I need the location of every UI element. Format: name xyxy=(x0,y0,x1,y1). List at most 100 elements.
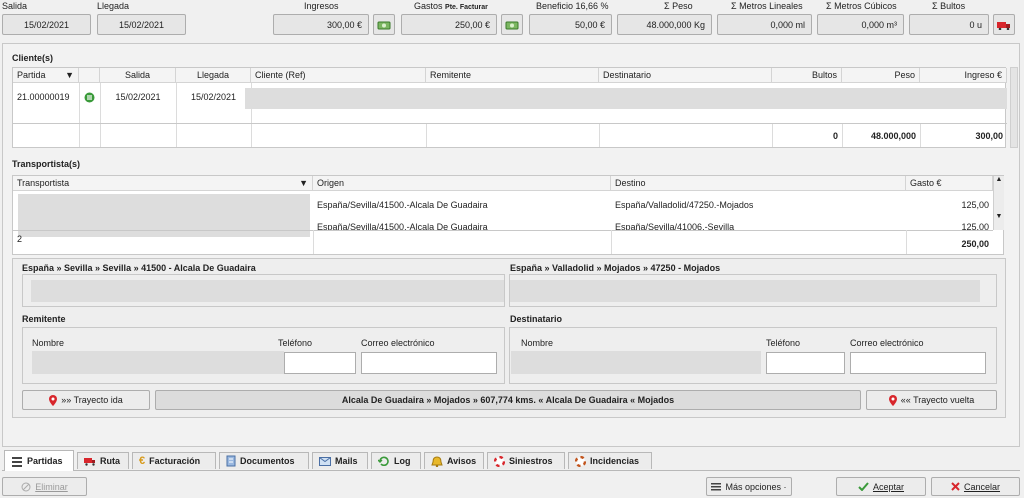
llegada-label: Llegada xyxy=(97,1,130,11)
col-icon[interactable] xyxy=(79,68,100,83)
cancelar-button[interactable]: Cancelar xyxy=(931,477,1020,496)
rem-nombre-label: Nombre xyxy=(32,338,65,348)
col-ingreso[interactable]: Ingreso € xyxy=(920,68,1007,83)
row2-gasto[interactable]: 125,00 xyxy=(906,220,993,230)
beneficio-field: 50,00 € xyxy=(529,14,612,35)
clientes-scrollbar[interactable] xyxy=(1010,67,1018,148)
close-icon xyxy=(951,482,960,491)
col-salida[interactable]: Salida xyxy=(100,68,176,83)
des-nombre-label: Nombre xyxy=(521,338,554,348)
tab-partidas[interactable]: Partidas xyxy=(4,450,74,471)
incident-icon xyxy=(575,455,586,467)
row-llegada[interactable]: 15/02/2021 xyxy=(176,90,251,104)
rem-correo-input[interactable] xyxy=(361,352,497,374)
metros-cubicos-field: 0,000 m³ xyxy=(817,14,904,35)
money-icon-button[interactable] xyxy=(373,14,395,35)
scroll-down-icon[interactable]: ▼ xyxy=(994,213,1004,220)
metros-cubicos-label: Σ Metros Cúbicos xyxy=(826,1,897,11)
truck-icon xyxy=(84,457,95,466)
clientes-title: Cliente(s) xyxy=(12,53,54,63)
row-salida[interactable]: 15/02/2021 xyxy=(100,90,176,104)
aceptar-button[interactable]: Aceptar xyxy=(836,477,926,496)
map-pin-icon xyxy=(49,394,58,406)
flag-icon xyxy=(79,90,100,104)
tab-siniestros[interactable]: Siniestros xyxy=(487,452,565,469)
col-peso[interactable]: Peso xyxy=(842,68,920,83)
destino-title: España » Valladolid » Mojados » 47250 - … xyxy=(510,263,721,273)
total-gasto: 250,00 xyxy=(961,239,989,249)
money-icon xyxy=(505,21,519,29)
tab-documentos[interactable]: Documentos xyxy=(219,452,309,469)
clientes-grid: Partida ▼ Salida Llegada Cliente (Ref) Re… xyxy=(12,67,1007,148)
row2-clip: España/Sevilla/41500.-Alcala De Guadaira… xyxy=(13,218,993,230)
row1-gasto[interactable]: 125,00 xyxy=(906,198,993,212)
salida-field[interactable]: 15/02/2021 xyxy=(2,14,91,35)
llegada-field[interactable]: 15/02/2021 xyxy=(97,14,186,35)
col-llegada[interactable]: Llegada xyxy=(176,68,251,83)
col-destinatario[interactable]: Destinatario xyxy=(599,68,772,83)
row1-destino[interactable]: España/Valladolid/47250.-Mojados xyxy=(611,198,906,212)
rem-telefono-label: Teléfono xyxy=(278,338,313,348)
transportistas-title: Transportista(s) xyxy=(12,159,81,169)
money-icon xyxy=(377,21,391,29)
check-icon xyxy=(858,482,869,491)
col-remitente[interactable]: Remitente xyxy=(426,68,599,83)
des-nombre-redacted xyxy=(511,351,761,374)
trayecto-ida-button[interactable]: »» Trayecto ida xyxy=(22,390,150,410)
des-telefono-input[interactable] xyxy=(766,352,845,374)
origen-box xyxy=(22,274,505,307)
tab-ruta[interactable]: Ruta xyxy=(77,452,129,469)
row2-origen[interactable]: España/Sevilla/41500.-Alcala De Guadaira xyxy=(313,220,611,230)
truck-icon xyxy=(997,21,1010,30)
rem-telefono-input[interactable] xyxy=(284,352,356,374)
ingresos-field: 300,00 € xyxy=(273,14,369,35)
sort-down-icon: ▼ xyxy=(299,178,308,188)
sort-down-icon: ▼ xyxy=(65,70,74,80)
tab-facturacion[interactable]: € Facturación xyxy=(132,452,216,469)
document-icon xyxy=(226,455,236,467)
total-peso: 48.000,000 xyxy=(870,131,916,141)
col-gasto[interactable]: Gasto € xyxy=(906,176,993,191)
money-icon-button-2[interactable] xyxy=(501,14,523,35)
row1-origen[interactable]: España/Sevilla/41500.-Alcala De Guadaira xyxy=(313,198,611,212)
col-partida[interactable]: Partida ▼ xyxy=(13,68,79,83)
ruta-resumen: Alcala De Guadaira » Mojados » 607,774 k… xyxy=(155,390,861,410)
col-cliente[interactable]: Cliente (Ref) xyxy=(251,68,426,83)
log-icon xyxy=(378,456,389,466)
eliminar-button[interactable]: Eliminar xyxy=(2,477,87,496)
mail-icon xyxy=(319,456,331,466)
des-correo-input[interactable] xyxy=(850,352,986,374)
peso-label: Σ Peso xyxy=(664,1,693,11)
gastos-label: Gastos Pte. Facturar xyxy=(414,1,488,11)
col-origen[interactable]: Origen xyxy=(313,176,611,191)
gastos-field: 250,00 € xyxy=(401,14,497,35)
tab-avisos[interactable]: Avisos xyxy=(424,452,484,469)
scroll-up-icon[interactable]: ▲ xyxy=(994,176,1004,183)
col-destino[interactable]: Destino xyxy=(611,176,906,191)
tab-log[interactable]: Log xyxy=(371,452,421,469)
metros-lineales-field: 0,000 ml xyxy=(717,14,812,35)
row2-destino[interactable]: España/Sevilla/41006.-Sevilla xyxy=(611,220,906,230)
transportistas-scrollbar[interactable]: ▲ ▼ xyxy=(993,176,1004,230)
transportistas-grid: Transportista ▼ Origen Destino Gasto € Es… xyxy=(12,175,1004,255)
row-partida[interactable]: 21.00000019 xyxy=(13,90,79,104)
menu-icon xyxy=(711,482,722,490)
trayecto-vuelta-button[interactable]: «« Trayecto vuelta xyxy=(866,390,997,410)
mas-opciones-button[interactable]: Más opciones · xyxy=(706,477,792,496)
metros-lineales-label: Σ Metros Lineales xyxy=(731,1,803,11)
destinatario-title: Destinatario xyxy=(510,314,563,324)
tab-incidencias[interactable]: Incidencias xyxy=(568,452,652,469)
col-bultos[interactable]: Bultos xyxy=(772,68,842,83)
redacted-row xyxy=(245,88,1007,109)
des-correo-label: Correo electrónico xyxy=(850,338,924,348)
total-bultos: 0 xyxy=(832,131,838,141)
rem-nombre-redacted xyxy=(32,351,284,374)
remitente-title: Remitente xyxy=(22,314,66,324)
col-transportista[interactable]: Transportista ▼ xyxy=(13,176,313,191)
truck-icon-button[interactable] xyxy=(993,14,1015,35)
total-ingreso: 300,00 xyxy=(975,131,1003,141)
list-icon xyxy=(12,456,22,467)
bultos-label: Σ Bultos xyxy=(932,1,966,11)
euro-icon: € xyxy=(139,455,146,467)
tab-mails[interactable]: Mails xyxy=(312,452,368,469)
